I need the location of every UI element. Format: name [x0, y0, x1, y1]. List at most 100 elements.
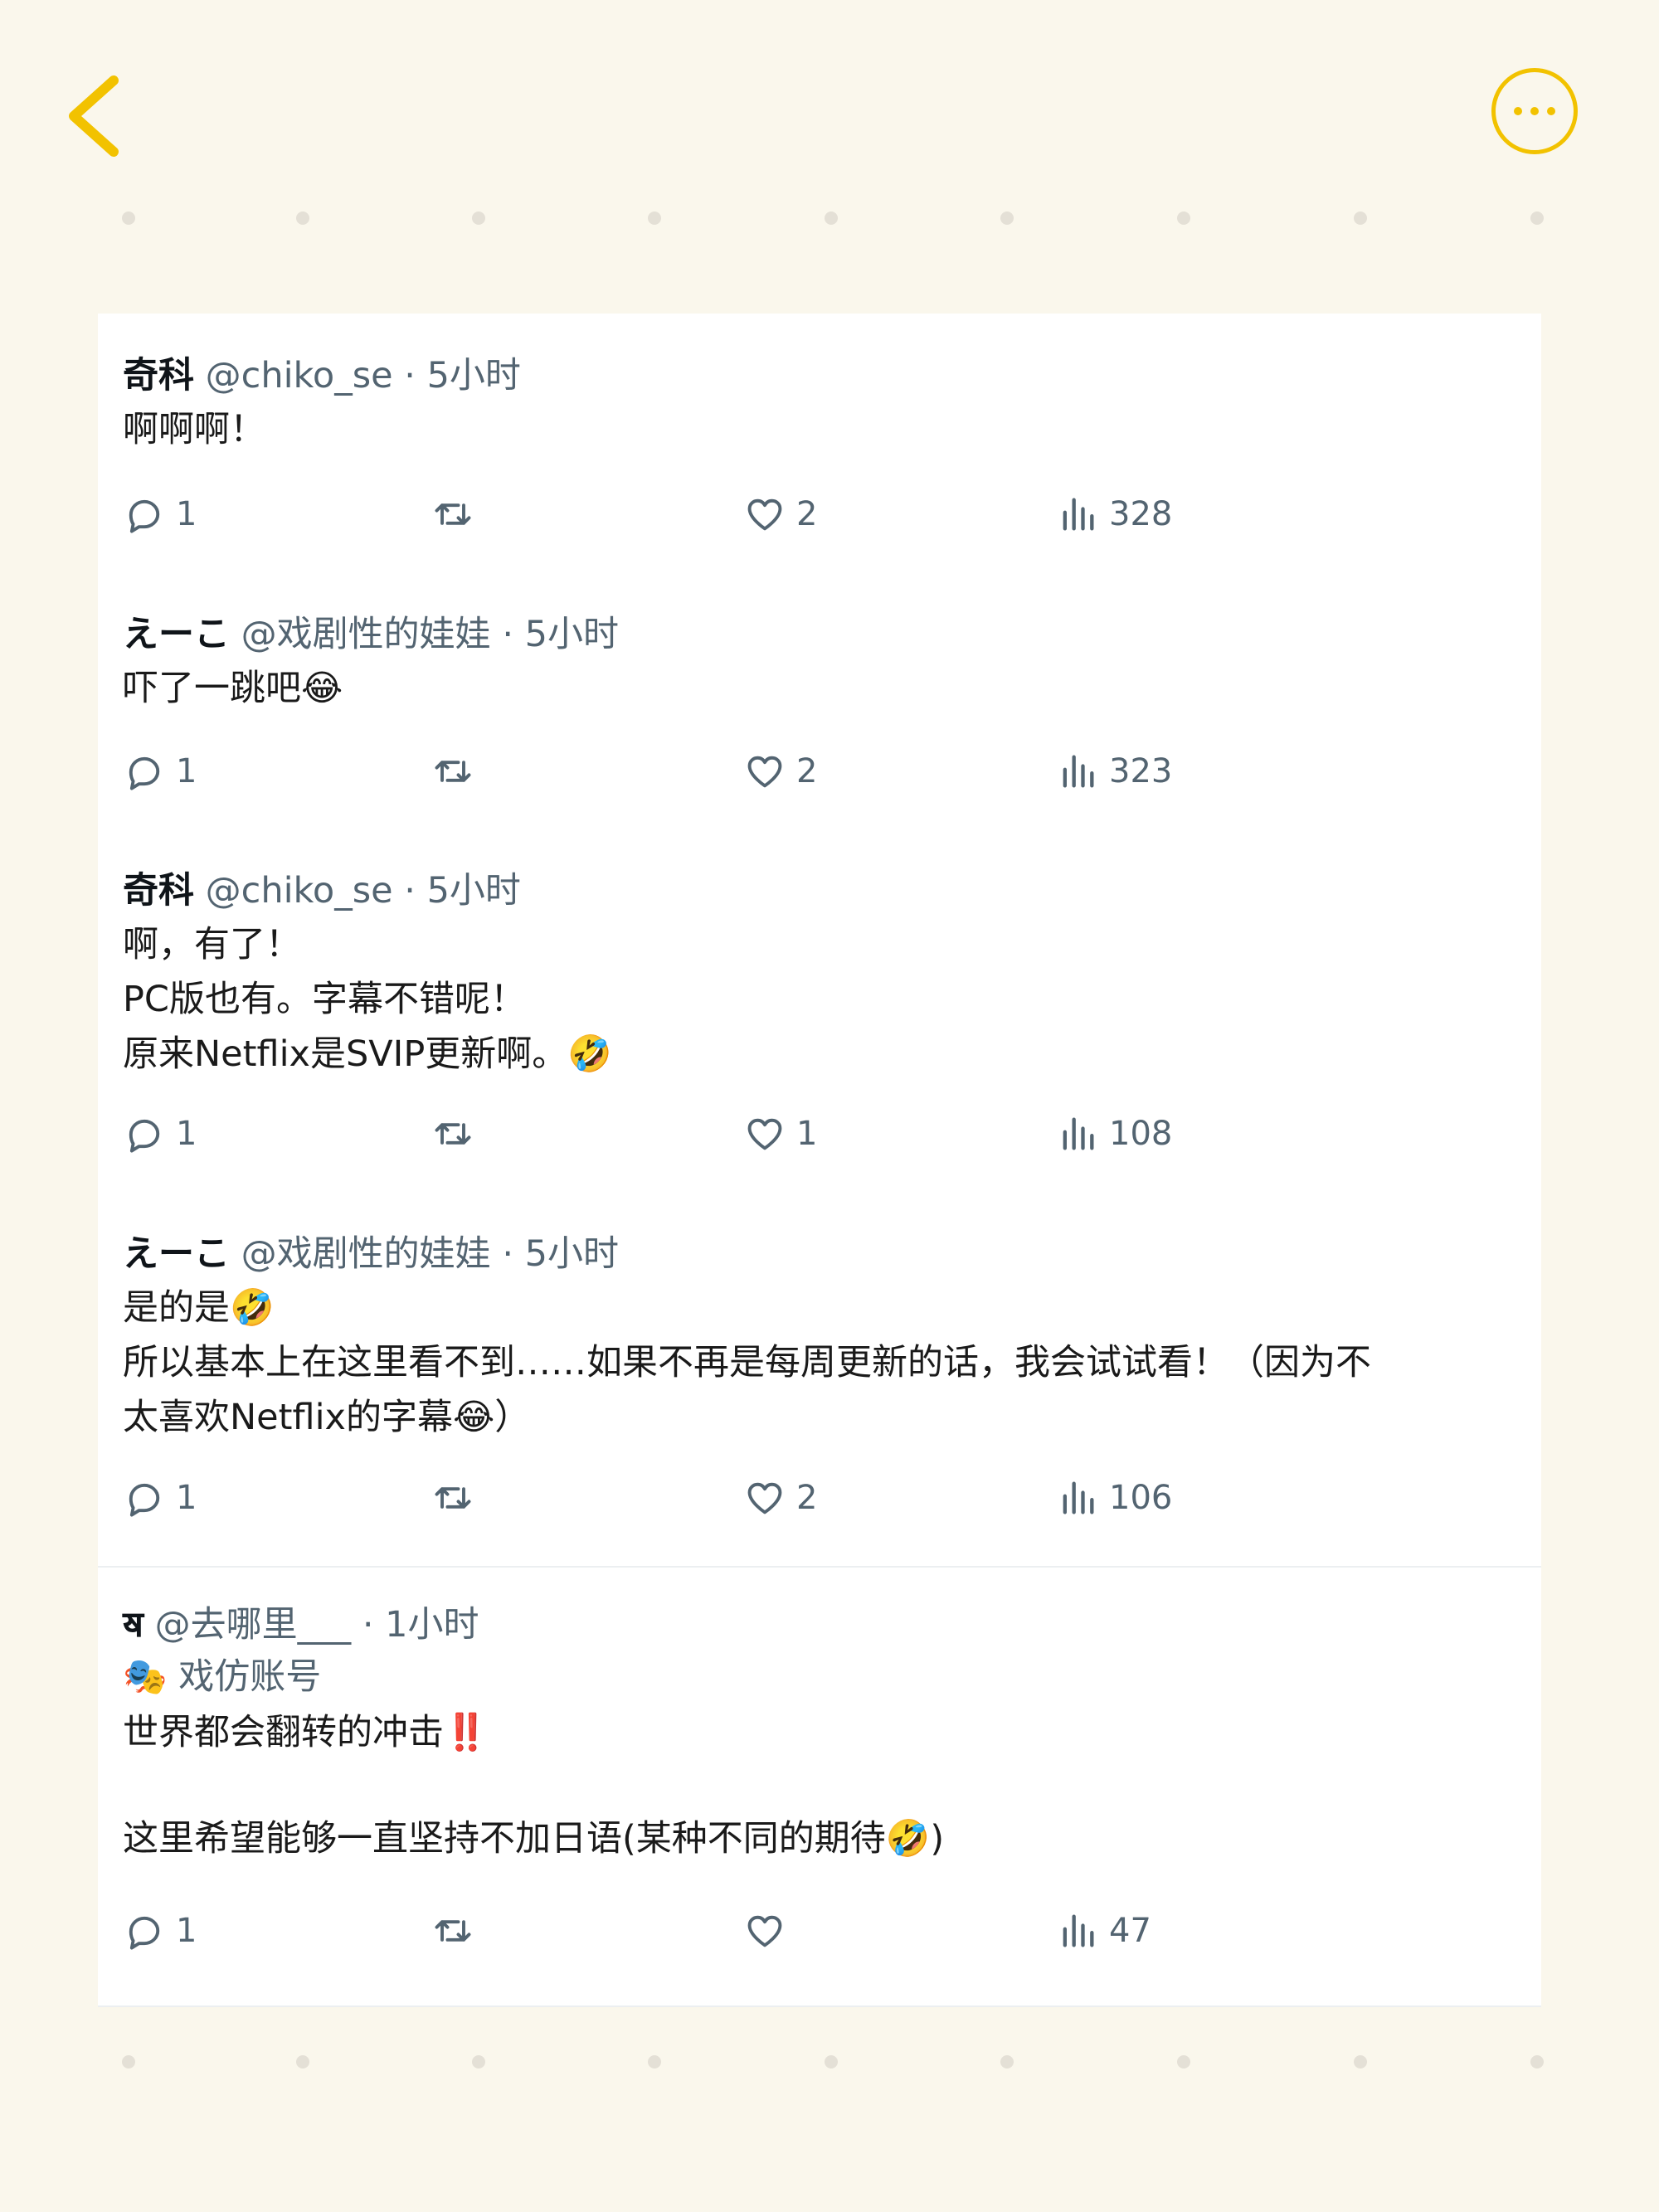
- tweet-line: 是的是🤣: [123, 1287, 275, 1329]
- divider: [98, 2005, 1541, 2007]
- tweet-line: 世界都会翻转的冲击‼️: [123, 1712, 489, 1753]
- views-count: 47: [1109, 1912, 1151, 1950]
- author-name[interactable]: 奇科: [123, 870, 194, 912]
- views-count: 323: [1109, 752, 1173, 790]
- tweet-header: えーこ @戏剧性的娃娃 · 5小时: [123, 1229, 1533, 1279]
- views-button[interactable]: 106: [1056, 1473, 1172, 1523]
- views-button[interactable]: 108: [1056, 1109, 1172, 1159]
- bar-chart-icon: [1063, 498, 1094, 531]
- bar-chart-icon: [1063, 1914, 1094, 1947]
- reply-count: 1: [176, 752, 197, 790]
- back-button[interactable]: [62, 70, 129, 162]
- tweet-line: 所以基本上在这里看不到……如果不再是每周更新的话，我会试试看！（因为不: [123, 1342, 1371, 1383]
- reply-thread-card: 奇科 @chiko_se · 5小时 啊啊啊！ 1 2 328 えーこ @戏剧性…: [98, 314, 1541, 2007]
- like-button[interactable]: 2: [743, 1473, 817, 1523]
- author-name[interactable]: えーこ: [123, 1233, 230, 1275]
- retweet-button[interactable]: [431, 489, 484, 539]
- tweet-text: 世界都会翻转的冲击‼️ 这里希望能够一直坚持不加日语(某种不同的期待🤣): [123, 1706, 1533, 1865]
- tweet-header: 奇科 @chiko_se · 5小时: [123, 351, 1533, 401]
- retweet-button[interactable]: [431, 746, 484, 796]
- author-name[interactable]: 奇科: [123, 355, 194, 396]
- retweet-button[interactable]: [431, 1109, 484, 1159]
- like-count: 1: [796, 1115, 818, 1153]
- reply-count: 1: [176, 1912, 197, 1950]
- author-handle[interactable]: @去哪里___: [144, 1604, 352, 1646]
- reply-button[interactable]: 1: [123, 746, 197, 796]
- reply-button[interactable]: 1: [123, 1906, 197, 1956]
- reply-count: 1: [176, 1115, 197, 1153]
- tweet-header: えーこ @戏剧性的娃娃 · 5小时: [123, 610, 1533, 659]
- reply-count: 1: [176, 1479, 197, 1517]
- like-button[interactable]: 2: [743, 489, 817, 539]
- like-button[interactable]: 1: [743, 1109, 817, 1159]
- like-button[interactable]: [743, 1906, 796, 1956]
- tweet-line: 这里希望能够一直坚持不加日语(某种不同的期待🤣): [123, 1818, 945, 1860]
- retweet-icon: [435, 1920, 471, 1942]
- tweet-line: 吓了一跳吧😂: [123, 668, 343, 709]
- author-handle[interactable]: @chiko_se: [206, 355, 393, 396]
- tweet-text: 啊啊啊！: [123, 402, 1533, 457]
- timestamp: · 5小时: [392, 870, 521, 912]
- timestamp: · 1小时: [351, 1604, 479, 1646]
- decorative-dots-bottom: [0, 2055, 1659, 2072]
- tweet-line: [123, 1759, 1533, 1812]
- views-button[interactable]: 47: [1056, 1906, 1151, 1956]
- ellipsis-icon: [1514, 107, 1555, 115]
- views-count: 106: [1109, 1479, 1173, 1517]
- tweet[interactable]: ॺ @去哪里___ · 1小时 🎭 戏仿账号 世界都会翻转的冲击‼️ 这里希望能够…: [123, 1600, 1533, 1950]
- heart-icon: [747, 1482, 782, 1514]
- retweet-button[interactable]: [431, 1473, 484, 1523]
- tweet-line: 原来Netflix是SVIP更新啊。🤣: [123, 1033, 612, 1075]
- reply-button[interactable]: 1: [123, 1473, 197, 1523]
- more-button[interactable]: [1491, 68, 1578, 154]
- author-handle[interactable]: @戏剧性的娃娃: [241, 614, 491, 655]
- bar-chart-icon: [1063, 755, 1094, 788]
- timestamp: · 5小时: [490, 1233, 620, 1275]
- author-handle[interactable]: @chiko_se: [206, 870, 393, 912]
- views-button[interactable]: 328: [1056, 489, 1172, 539]
- author-handle[interactable]: @戏剧性的娃娃: [241, 1233, 491, 1275]
- tweet-line: 啊，有了！: [123, 924, 301, 965]
- retweet-icon: [435, 1487, 471, 1509]
- parody-account-badge: 🎭 戏仿账号: [123, 1656, 322, 1698]
- retweet-icon: [435, 761, 471, 782]
- reply-icon: [129, 1483, 160, 1517]
- chevron-left-icon: [69, 75, 119, 157]
- like-count: 2: [796, 752, 818, 790]
- tweet[interactable]: 奇科 @chiko_se · 5小时 啊，有了！ PC版也有。字幕不错呢！ 原来Ne…: [123, 866, 1533, 1153]
- tweet-actions: 1 2 323: [123, 746, 1533, 796]
- retweet-icon: [435, 1123, 471, 1145]
- reply-button[interactable]: 1: [123, 489, 197, 539]
- retweet-button[interactable]: [431, 1906, 484, 1956]
- reply-icon: [129, 1916, 160, 1950]
- tweet-line: PC版也有。字幕不错呢！: [123, 979, 526, 1020]
- bar-chart-icon: [1063, 1117, 1094, 1150]
- author-name[interactable]: ॺ: [123, 1604, 144, 1646]
- reply-button[interactable]: 1: [123, 1109, 197, 1159]
- like-count: 2: [796, 495, 818, 533]
- timestamp: · 5小时: [490, 614, 620, 655]
- bar-chart-icon: [1063, 1481, 1094, 1514]
- tweet-actions: 1 2 328: [123, 489, 1533, 539]
- tweet[interactable]: 奇科 @chiko_se · 5小时 啊啊啊！ 1 2 328: [123, 351, 1533, 533]
- like-button[interactable]: 2: [743, 746, 817, 796]
- views-count: 108: [1109, 1115, 1173, 1153]
- tweet-text: 吓了一跳吧😂: [123, 661, 1533, 716]
- tweet-line: 啊啊啊！: [123, 409, 265, 450]
- like-count: 2: [796, 1479, 818, 1517]
- timestamp: · 5小时: [392, 355, 521, 396]
- views-button[interactable]: 323: [1056, 746, 1172, 796]
- tweet-header: 奇科 @chiko_se · 5小时: [123, 866, 1533, 916]
- tweet-actions: 1 1 108: [123, 1109, 1533, 1159]
- heart-icon: [747, 1915, 782, 1947]
- heart-icon: [747, 1118, 782, 1150]
- top-bar: [0, 0, 1659, 199]
- tweet[interactable]: えーこ @戏剧性的娃娃 · 5小时 是的是🤣 所以基本上在这里看不到……如果不再是…: [123, 1229, 1533, 1517]
- tweet-line: 太喜欢Netflix的字幕😂）: [123, 1397, 531, 1438]
- tweet-actions: 1 47: [123, 1906, 1533, 1956]
- tweet-text: 是的是🤣 所以基本上在这里看不到……如果不再是每周更新的话，我会试试看！（因为不太…: [123, 1281, 1533, 1445]
- tweet[interactable]: えーこ @戏剧性的娃娃 · 5小时 吓了一跳吧😂 1 2 323: [123, 610, 1533, 790]
- heart-icon: [747, 498, 782, 531]
- tweet-text: 啊，有了！ PC版也有。字幕不错呢！ 原来Netflix是SVIP更新啊。🤣: [123, 917, 1533, 1082]
- author-name[interactable]: えーこ: [123, 614, 230, 655]
